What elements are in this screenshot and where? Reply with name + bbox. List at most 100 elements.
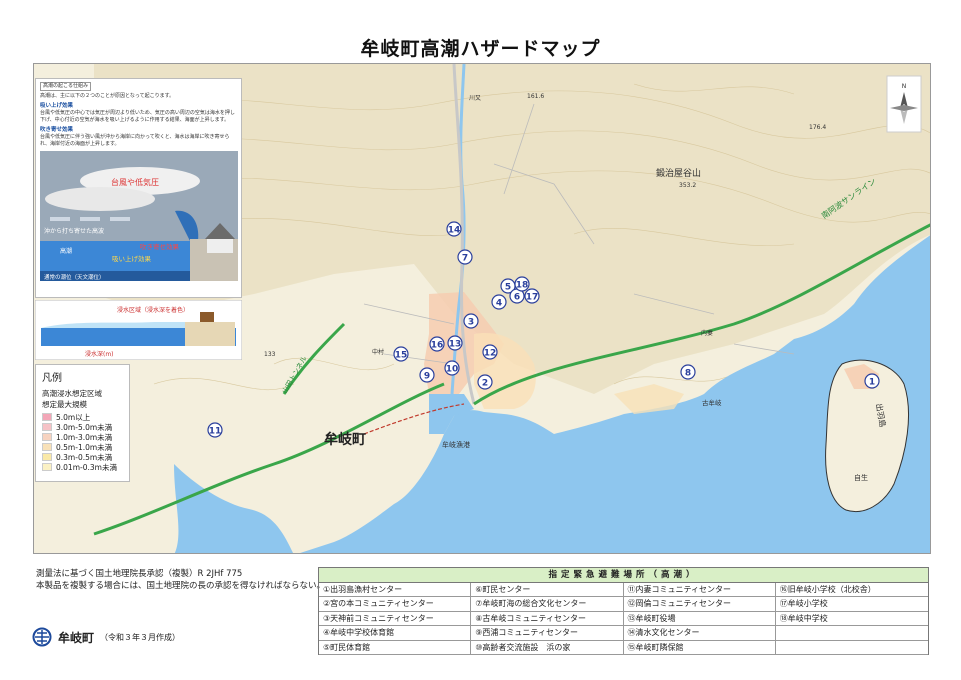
svg-text:吸い上げ効果: 吸い上げ効果 (112, 254, 152, 263)
shelter-table-header: 指定緊急避難場所（高潮） (319, 568, 928, 583)
svg-text:浸水深(m): 浸水深(m) (85, 350, 114, 358)
shelter-marker-label: 16 (431, 341, 444, 351)
shelter-item: ⑮牟岐町隣保館 (623, 640, 776, 655)
shelter-item: ⑯旧牟岐小学校（北校舎） (775, 583, 928, 598)
legend-items: 5.0m以上 3.0m-5.0m未満 1.0m-3.0m未満 0.5m-1.0m未満 0… (42, 412, 123, 472)
shelter-marker-label: 3 (468, 318, 474, 328)
footer: 牟岐町 （令和３年３月作成） (32, 627, 180, 647)
shelter-grid: ①出羽島漁村センター ⑥町民センター ⑪内妻コミュニティセンター ⑯旧牟岐小学校（北校… (319, 583, 928, 655)
shelter-marker-label: 7 (462, 254, 468, 264)
legend-swatch (42, 453, 52, 461)
legend-item: 0.3m-0.5m未満 (42, 452, 123, 462)
legend-subtitle-2: 想定最大規模 (42, 400, 87, 409)
shelter-item: ⑧古牟岐コミュニティセンター (471, 611, 624, 627)
shelter-marker-label: 13 (449, 340, 462, 350)
shelter-item: ⑭清水文化センター (623, 626, 776, 641)
page-title: 牟岐町高潮ハザードマップ (360, 38, 601, 60)
explain-heading: 高潮の起こる仕組み (40, 82, 92, 91)
shelter-item: ⑨西浦コミュニティセンター (471, 626, 624, 641)
shelter-marker[interactable]: 15 (393, 346, 409, 362)
shelter-marker[interactable]: 13 (447, 335, 463, 351)
shelter-marker-label: 15 (395, 351, 408, 361)
copyright: 測量法に基づく国土地理院長承認（複製）R 2JHf 775 本製品を複製する場合… (36, 568, 325, 592)
shelter-marker-label: 2 (482, 379, 488, 389)
shelter-item: ⑥町民センター (471, 583, 624, 598)
shelter-marker[interactable]: 8 (680, 364, 696, 380)
shelter-marker[interactable]: 1 (864, 373, 880, 389)
shelter-marker[interactable]: 4 (491, 294, 507, 310)
shelter-item: ⑬牟岐町役場 (623, 611, 776, 627)
legend: 凡例 高潮浸水想定区域 想定最大規模 5.0m以上 3.0m-5.0m未満 1.0m… (35, 364, 130, 482)
town-emblem-icon (32, 627, 52, 647)
shelter-item (775, 641, 928, 655)
jisei-label: 自生 (854, 473, 868, 482)
shelter-item (775, 626, 928, 641)
shelter-marker[interactable]: 7 (457, 249, 473, 265)
compass-icon: N (886, 75, 922, 133)
shelter-marker[interactable]: 14 (446, 221, 462, 237)
shelter-item: ⑤町民体育館 (319, 640, 472, 655)
footer-town: 牟岐町 (58, 630, 95, 645)
shelter-item: ⑦牟岐町海の総合文化センター (471, 597, 624, 612)
shelter-marker[interactable]: 12 (482, 344, 498, 360)
shelter-item: ③天神前コミュニティセンター (319, 611, 472, 627)
storm-surge-diagram: 台風や低気圧 沖から打ち寄せた高波 高潮 吹き寄せ効果 吸い上げ効果 通常の潮位… (40, 151, 238, 281)
suction-title: 吸い上げ効果 (40, 103, 74, 109)
suction-text: 台風や低気圧の中心では気圧が周辺より低いため、気圧の高い周辺の空気は海水を押し下… (40, 110, 235, 123)
shelter-marker-label: 1 (869, 378, 875, 388)
uchitsuma-label: 内妻 (701, 329, 713, 337)
shelter-item: ⑩高齢者交流施設 浜の家 (471, 640, 624, 655)
legend-title: 凡例 (42, 373, 62, 384)
shelter-marker-label: 6 (514, 293, 520, 303)
shelter-marker-label: 5 (505, 283, 511, 293)
legend-item: 3.0m-5.0m未満 (42, 422, 123, 432)
explain-intro: 高潮は、主に以下の２つのことが原因となって起こります。 (40, 93, 175, 99)
shelter-marker[interactable]: 9 (419, 367, 435, 383)
shelter-marker[interactable]: 2 (477, 374, 493, 390)
shelter-item: ⑫岡倫コミュニティセンター (623, 597, 776, 612)
flood-depth-diagram: 浸水区域（浸水深を着色） 浸水深(m) (35, 300, 242, 360)
shelter-item: ⑰牟岐小学校 (775, 597, 928, 612)
legend-subtitle-1: 高潮浸水想定区域 (42, 389, 102, 398)
mountain-label: 鍛治屋谷山 (656, 167, 701, 179)
kawamata-label: 川又 (469, 95, 481, 102)
copyright-line-2: 本製品を複製する場合には、国土地理院の長の承認を得なければならない。 (36, 581, 326, 591)
shelter-marker[interactable]: 18 (514, 276, 530, 292)
elev-3: 133 (264, 351, 276, 358)
shelter-marker[interactable]: 3 (463, 313, 479, 329)
legend-swatch (42, 443, 52, 451)
svg-text:沖から打ち寄せた高波: 沖から打ち寄せた高波 (44, 227, 104, 235)
shelter-marker[interactable]: 10 (444, 360, 460, 376)
shelter-marker[interactable]: 16 (429, 336, 445, 352)
elev-2: 176.4 (809, 124, 826, 131)
shelter-marker-label: 4 (496, 299, 502, 309)
shelter-table: 指定緊急避難場所（高潮） ①出羽島漁村センター ⑥町民センター ⑪内妻コミュニティセ… (318, 567, 929, 655)
elev-1: 161.6 (527, 93, 544, 100)
svg-text:通常の潮位（天文潮位）: 通常の潮位（天文潮位） (44, 273, 105, 281)
shelter-marker[interactable]: 11 (207, 422, 223, 438)
shelter-marker-label: 10 (446, 365, 459, 375)
legend-swatch (42, 433, 52, 441)
svg-text:浸水区域（浸水深を着色）: 浸水区域（浸水深を着色） (117, 306, 189, 314)
legend-item: 5.0m以上 (42, 412, 123, 422)
shelter-marker-label: 11 (209, 427, 222, 437)
fishing-port-label: 牟岐漁港 (442, 440, 470, 449)
legend-swatch (42, 463, 52, 471)
furumugi-label: 古牟岐 (702, 398, 722, 407)
svg-text:台風や低気圧: 台風や低気圧 (111, 177, 159, 187)
svg-text:N: N (902, 83, 907, 90)
shelter-marker-label: 14 (448, 226, 461, 236)
shelter-item: ④牟岐中学校体育館 (319, 626, 472, 641)
shelter-marker-label: 17 (526, 293, 539, 303)
legend-item: 0.5m-1.0m未満 (42, 442, 123, 452)
shelter-marker-label: 8 (685, 369, 691, 379)
shelter-marker-label: 12 (484, 349, 497, 359)
shelter-marker-label: 9 (424, 372, 430, 382)
legend-item: 1.0m-3.0m未満 (42, 432, 123, 442)
legend-swatch (42, 413, 52, 421)
legend-label: 0.01m-0.3m未満 (56, 462, 117, 472)
shelter-marker[interactable]: 17 (524, 288, 540, 304)
svg-text:高潮: 高潮 (60, 247, 72, 255)
legend-swatch (42, 423, 52, 431)
town-label: 牟岐町 (324, 431, 366, 448)
